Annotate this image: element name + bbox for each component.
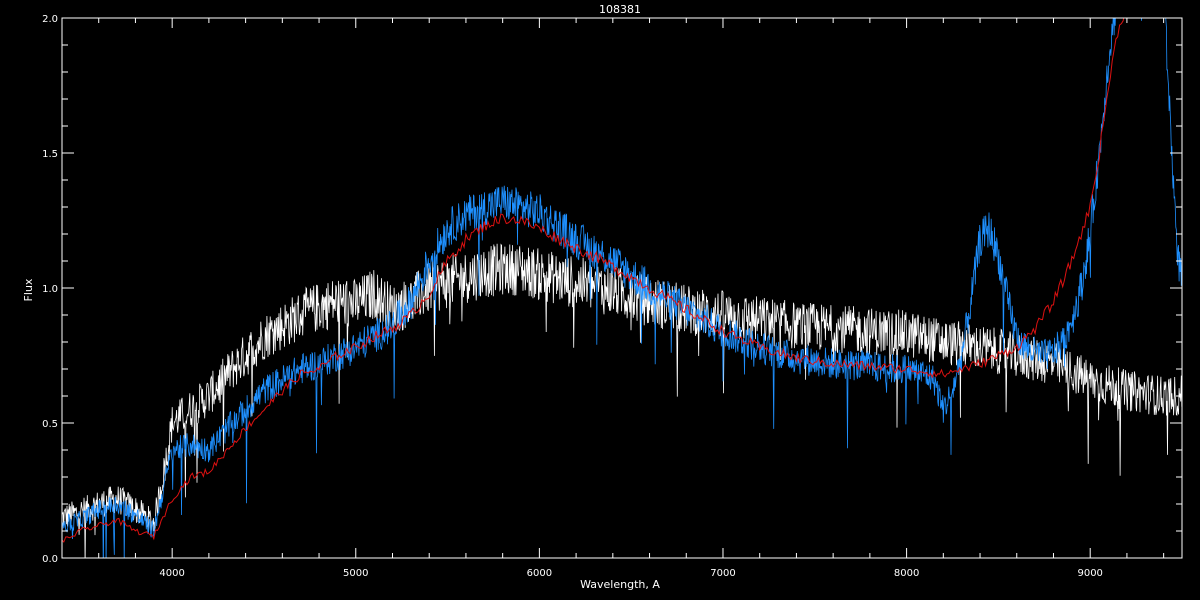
x-tick-label: 5000 [343,568,368,579]
y-axis-label: Flux [22,278,35,301]
y-tick-label: 0.5 [42,419,58,430]
spectrum-chart: 4000 5000 6000 7000 8000 90000.00.51.01.52.0 … [0,0,1200,600]
y-tick-label: 1.0 [42,284,58,295]
y-tick-label: 0.0 [42,554,58,565]
x-tick-label: 8000 [894,568,919,579]
plot-background [0,0,1200,600]
x-tick-label: 6000 [527,568,552,579]
y-tick-label: 1.5 [42,149,58,160]
x-tick-label: 4000 [159,568,184,579]
x-axis-label: Wavelength, A [580,578,660,591]
chart-title: 108381 [599,3,641,16]
x-tick-label: 9000 [1077,568,1102,579]
x-tick-label: 7000 [710,568,735,579]
y-tick-label: 2.0 [42,14,58,25]
